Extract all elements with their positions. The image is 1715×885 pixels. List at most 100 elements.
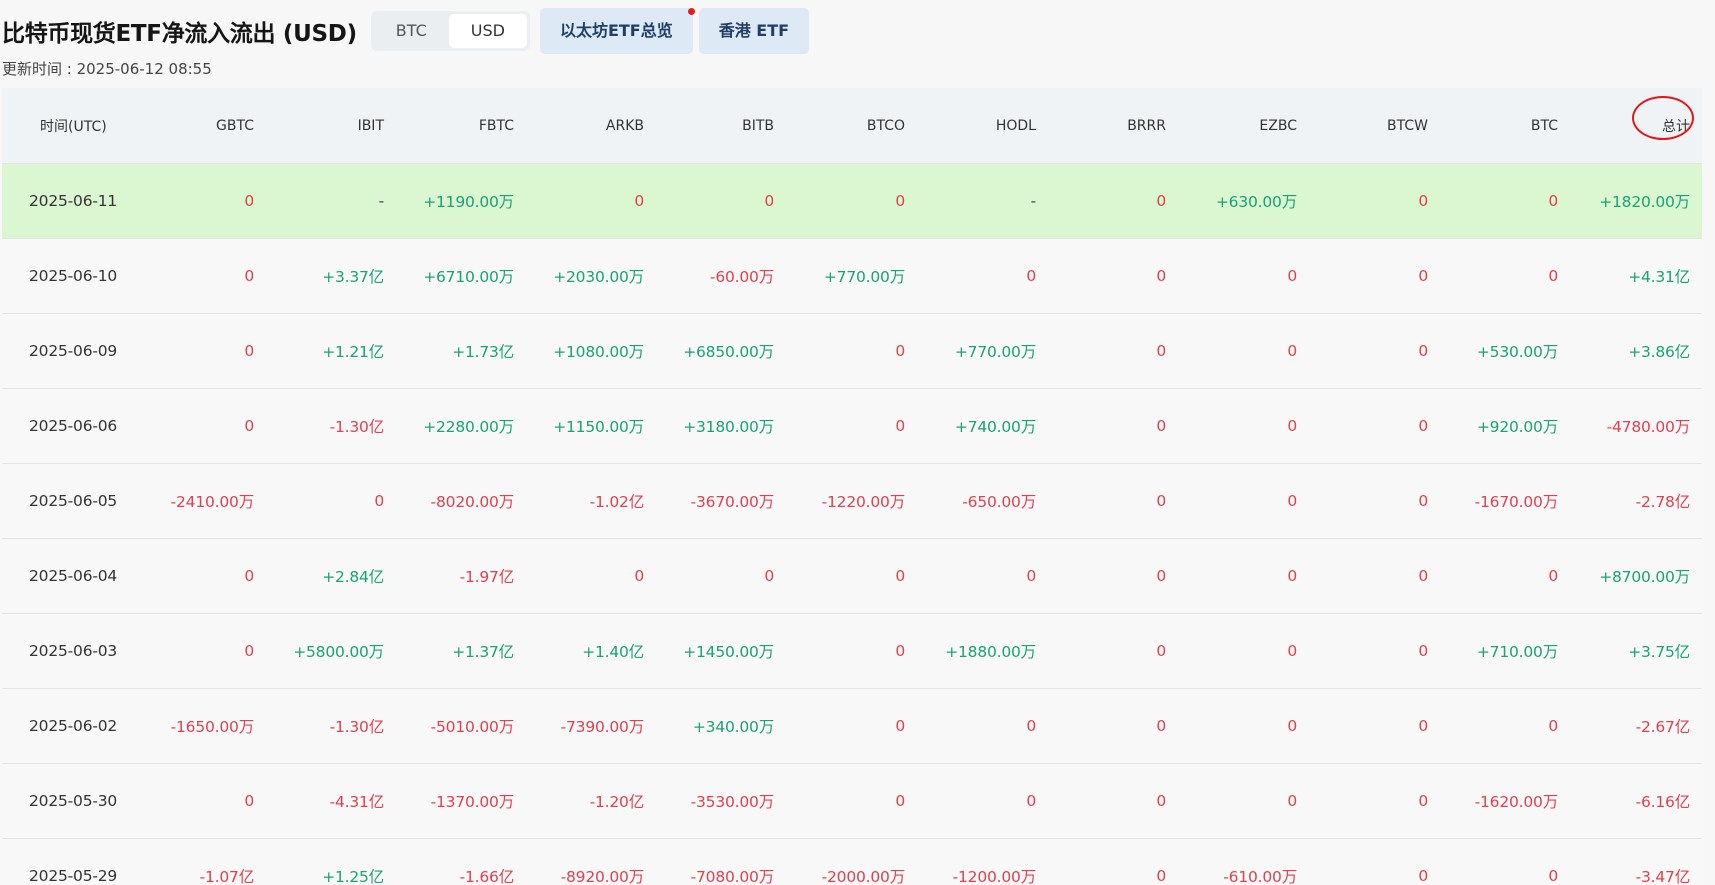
flow-cell: 0	[1309, 838, 1440, 885]
table-row: 2025-06-03 0 +5800.00万 +1.37亿 +1.40亿 +1450.00…	[2, 613, 1702, 689]
column-header: FBTC	[396, 88, 526, 164]
flow-cell: 0	[786, 763, 917, 839]
flow-cell: -7080.00万	[656, 838, 786, 885]
flow-cell: +6710.00万	[396, 238, 526, 314]
eth-etf-overview-tab[interactable]: 以太坊ETF总览	[539, 7, 695, 54]
table-row: 2025-06-09 0 +1.21亿 +1.73亿 +1080.00万 +6850.00…	[2, 313, 1702, 389]
flow-cell: +1190.00万	[396, 163, 526, 239]
flow-cell: +2030.00万	[526, 238, 656, 314]
table-row: 2025-06-04 0 +2.84亿 -1.97亿 0 0 0 0 0 0 0 0 +8700.00万	[2, 538, 1702, 614]
flow-cell: -5010.00万	[396, 688, 526, 764]
table-header-row: 时间(UTC) GBTC IBIT FBTC ARKB BITB BTCO HODL BRRR E…	[2, 88, 1702, 164]
flow-cell: 0	[1440, 838, 1570, 885]
flow-cell: -1.07亿	[142, 838, 266, 885]
flow-cell: +1150.00万	[526, 388, 656, 464]
flow-cell: -1620.00万	[1440, 763, 1570, 839]
table-body: 2025-06-11 0- +1190.00万 0 0 0-0 +630.00万 0 0 +182…	[2, 163, 1702, 885]
flow-cell: +770.00万	[786, 238, 917, 314]
table-row: 2025-05-29 -1.07亿 +1.25亿 -1.66亿 -8920.00万 -70…	[2, 838, 1702, 885]
flow-cell: 0	[142, 388, 266, 464]
flow-cell: -8920.00万	[526, 838, 656, 885]
flow-cell: +3.75亿	[1570, 613, 1702, 689]
flow-cell: +340.00万	[656, 688, 786, 764]
flow-cell: 0	[1048, 238, 1178, 314]
flow-cell: 0	[1048, 763, 1178, 839]
flow-cell: 0	[142, 313, 266, 389]
flow-cell: -4780.00万	[1570, 388, 1702, 464]
hk-etf-label: 香港 ETF	[718, 20, 790, 40]
flow-cell: 0	[1178, 763, 1309, 839]
flow-cell: 0	[1178, 388, 1309, 464]
flow-cell: 0	[786, 388, 917, 464]
date-cell: 2025-06-04	[2, 538, 142, 614]
column-header: BTC	[1440, 88, 1570, 164]
flow-cell: -6.16亿	[1570, 763, 1702, 839]
hk-etf-tab[interactable]: 香港 ETF	[698, 7, 810, 54]
flow-cell: 0	[142, 238, 266, 314]
flow-cell: 0	[1178, 313, 1309, 389]
flow-cell: -3.47亿	[1570, 838, 1702, 885]
flow-cell: 0	[1178, 463, 1309, 539]
flow-cell: 0	[1048, 613, 1178, 689]
column-header: BRRR	[1048, 88, 1178, 164]
flow-cell: 0	[1440, 238, 1570, 314]
flow-cell: 0	[786, 613, 917, 689]
flow-cell: -60.00万	[656, 238, 786, 314]
page-title: 比特币现货ETF净流入流出 (USD)	[2, 20, 357, 47]
notification-dot	[687, 7, 695, 15]
page: 比特币现货ETF净流入流出 (USD) BTC USD 以太坊ETF总览 香港 …	[0, 0, 1715, 885]
flow-cell: 0	[917, 238, 1048, 314]
column-header: ARKB	[526, 88, 656, 164]
flow-cell: -1.30亿	[266, 388, 396, 464]
flow-cell: -2000.00万	[786, 838, 917, 885]
eth-etf-overview-label: 以太坊ETF总览	[559, 20, 673, 40]
flow-cell: 0	[656, 538, 786, 614]
flow-cell: 0	[1309, 313, 1440, 389]
flow-cell: 0	[1309, 463, 1440, 539]
flow-cell: 0	[1440, 163, 1570, 239]
flow-cell: +4.31亿	[1570, 238, 1702, 314]
unit-option-btc[interactable]: BTC	[374, 14, 449, 48]
flow-cell: 0	[1178, 538, 1309, 614]
flow-cell: +1820.00万	[1570, 163, 1702, 239]
flow-cell: +1450.00万	[656, 613, 786, 689]
flow-cell: 0	[142, 763, 266, 839]
unit-toggle: BTC USD	[370, 10, 530, 51]
flow-cell: 0	[1309, 688, 1440, 764]
flow-cell: -1.02亿	[526, 463, 656, 539]
flow-cell: 0	[1309, 388, 1440, 464]
column-header: BTCW	[1309, 88, 1440, 164]
flow-cell: +5800.00万	[266, 613, 396, 689]
flow-cell: 0	[1048, 538, 1178, 614]
flow-cell: +1.25亿	[266, 838, 396, 885]
flow-cell: +3.37亿	[266, 238, 396, 314]
flow-cell: 0	[1048, 463, 1178, 539]
flow-cell: -	[917, 163, 1048, 239]
flow-cell: 0	[1048, 388, 1178, 464]
flow-cell: 0	[1048, 838, 1178, 885]
flow-cell: -1370.00万	[396, 763, 526, 839]
flow-cell: +920.00万	[1440, 388, 1570, 464]
column-header: IBIT	[266, 88, 396, 164]
date-cell: 2025-05-30	[2, 763, 142, 839]
flow-cell: 0	[656, 163, 786, 239]
date-cell: 2025-06-10	[2, 238, 142, 314]
flow-cell: -	[266, 163, 396, 239]
flow-cell: 0	[1440, 688, 1570, 764]
date-cell: 2025-06-02	[2, 688, 142, 764]
flow-cell: +6850.00万	[656, 313, 786, 389]
flow-cell: 0	[266, 463, 396, 539]
date-cell: 2025-06-05	[2, 463, 142, 539]
flow-cell: +1.21亿	[266, 313, 396, 389]
unit-option-usd[interactable]: USD	[448, 13, 527, 48]
date-cell: 2025-06-09	[2, 313, 142, 389]
flow-cell: 0	[1178, 688, 1309, 764]
flow-cell: -2410.00万	[142, 463, 266, 539]
flow-cell: -2.78亿	[1570, 463, 1702, 539]
column-header: BTCO	[786, 88, 917, 164]
flow-cell: 0	[526, 163, 656, 239]
update-time: 更新时间 : 2025-06-12 08:55	[2, 60, 212, 78]
flow-cell: +770.00万	[917, 313, 1048, 389]
table-row: 2025-06-06 0 -1.30亿 +2280.00万 +1150.00万 +3180…	[2, 388, 1702, 464]
flow-cell: -8020.00万	[396, 463, 526, 539]
